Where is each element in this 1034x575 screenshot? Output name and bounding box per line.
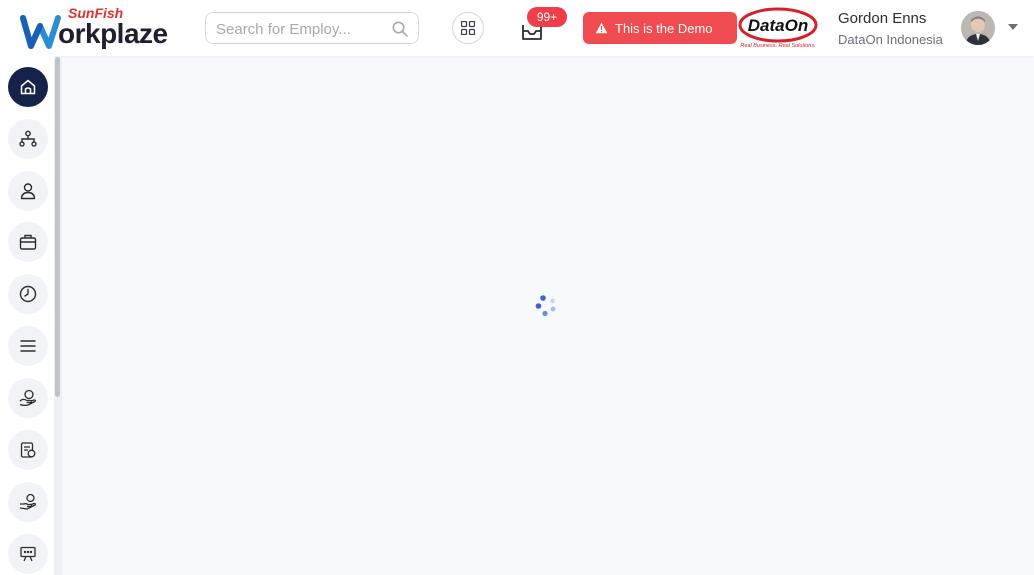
loading-spinner-icon	[535, 295, 556, 317]
logo-word-text: orkplaze	[58, 18, 168, 49]
sidebar	[0, 56, 54, 575]
hand-coins-icon	[19, 389, 36, 407]
dataon-logo: DataOn Real Business. Real Solutions.	[738, 7, 818, 49]
search-input[interactable]	[216, 19, 386, 39]
logo-w-icon	[20, 15, 61, 49]
sidebar-item-home[interactable]	[8, 67, 48, 107]
menu-icon	[20, 340, 36, 352]
user-menu-caret-icon[interactable]	[1008, 24, 1018, 30]
user-organization: DataOn Indonesia	[838, 32, 943, 47]
sidebar-item-training[interactable]	[8, 534, 48, 574]
hand-money-icon	[19, 493, 36, 510]
grid-icon	[461, 21, 475, 35]
sidebar-item-menu[interactable]	[8, 326, 48, 366]
sidebar-item-attendance[interactable]	[8, 274, 48, 314]
notification-badge: 99+	[527, 7, 567, 27]
scrollbar-thumb[interactable]	[55, 57, 60, 397]
briefcase-icon	[19, 234, 37, 250]
person-icon	[20, 183, 36, 200]
search-icon[interactable]	[391, 20, 409, 38]
sidebar-item-payroll[interactable]	[8, 430, 48, 470]
avatar-photo-icon	[961, 11, 995, 45]
avatar[interactable]	[961, 11, 995, 45]
sidebar-item-benefits[interactable]	[8, 378, 48, 418]
dataon-tagline: Real Business. Real Solutions.	[740, 43, 815, 49]
training-icon	[20, 546, 36, 562]
sidebar-item-reimbursement[interactable]	[8, 482, 48, 522]
app-launcher-button[interactable]	[452, 12, 484, 44]
sidebar-item-recruitment[interactable]	[8, 222, 48, 262]
home-icon	[20, 79, 36, 95]
employee-search[interactable]	[205, 12, 419, 44]
sidebar-item-organization[interactable]	[8, 119, 48, 159]
demo-banner-text: This is the Demo	[615, 20, 713, 36]
org-chart-icon	[19, 130, 37, 147]
sidebar-item-employee[interactable]	[8, 171, 48, 211]
warning-icon	[595, 22, 608, 34]
demo-banner[interactable]: This is the Demo	[583, 12, 737, 44]
user-name[interactable]: Gordon Enns	[838, 10, 926, 27]
payroll-icon	[20, 442, 36, 458]
dataon-logo-text: DataOn	[748, 16, 808, 35]
workplaze-logo[interactable]: SunFish orkplaze	[20, 4, 180, 52]
top-bar: SunFish orkplaze 99+ This is the Demo	[0, 0, 1034, 56]
sidebar-scrollbar[interactable]	[54, 56, 62, 575]
clock-icon	[19, 285, 37, 303]
